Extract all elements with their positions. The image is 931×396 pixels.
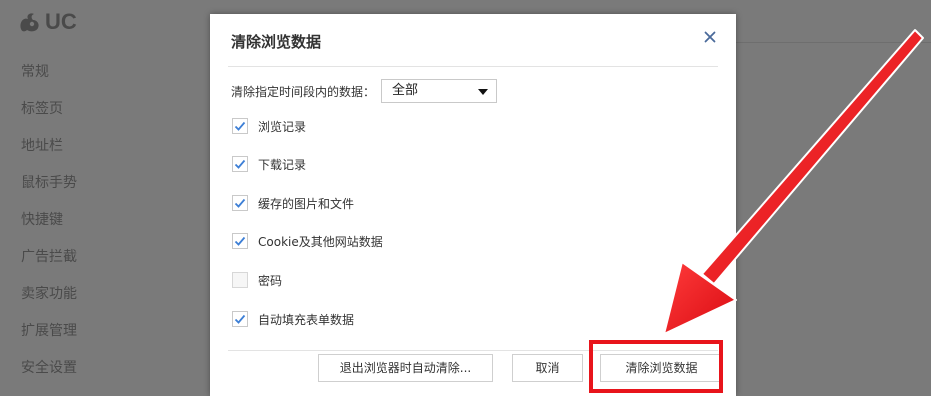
arrow-shaft: [701, 29, 924, 285]
arrow-head: [663, 261, 737, 335]
annotation-arrow-icon: [663, 29, 924, 335]
